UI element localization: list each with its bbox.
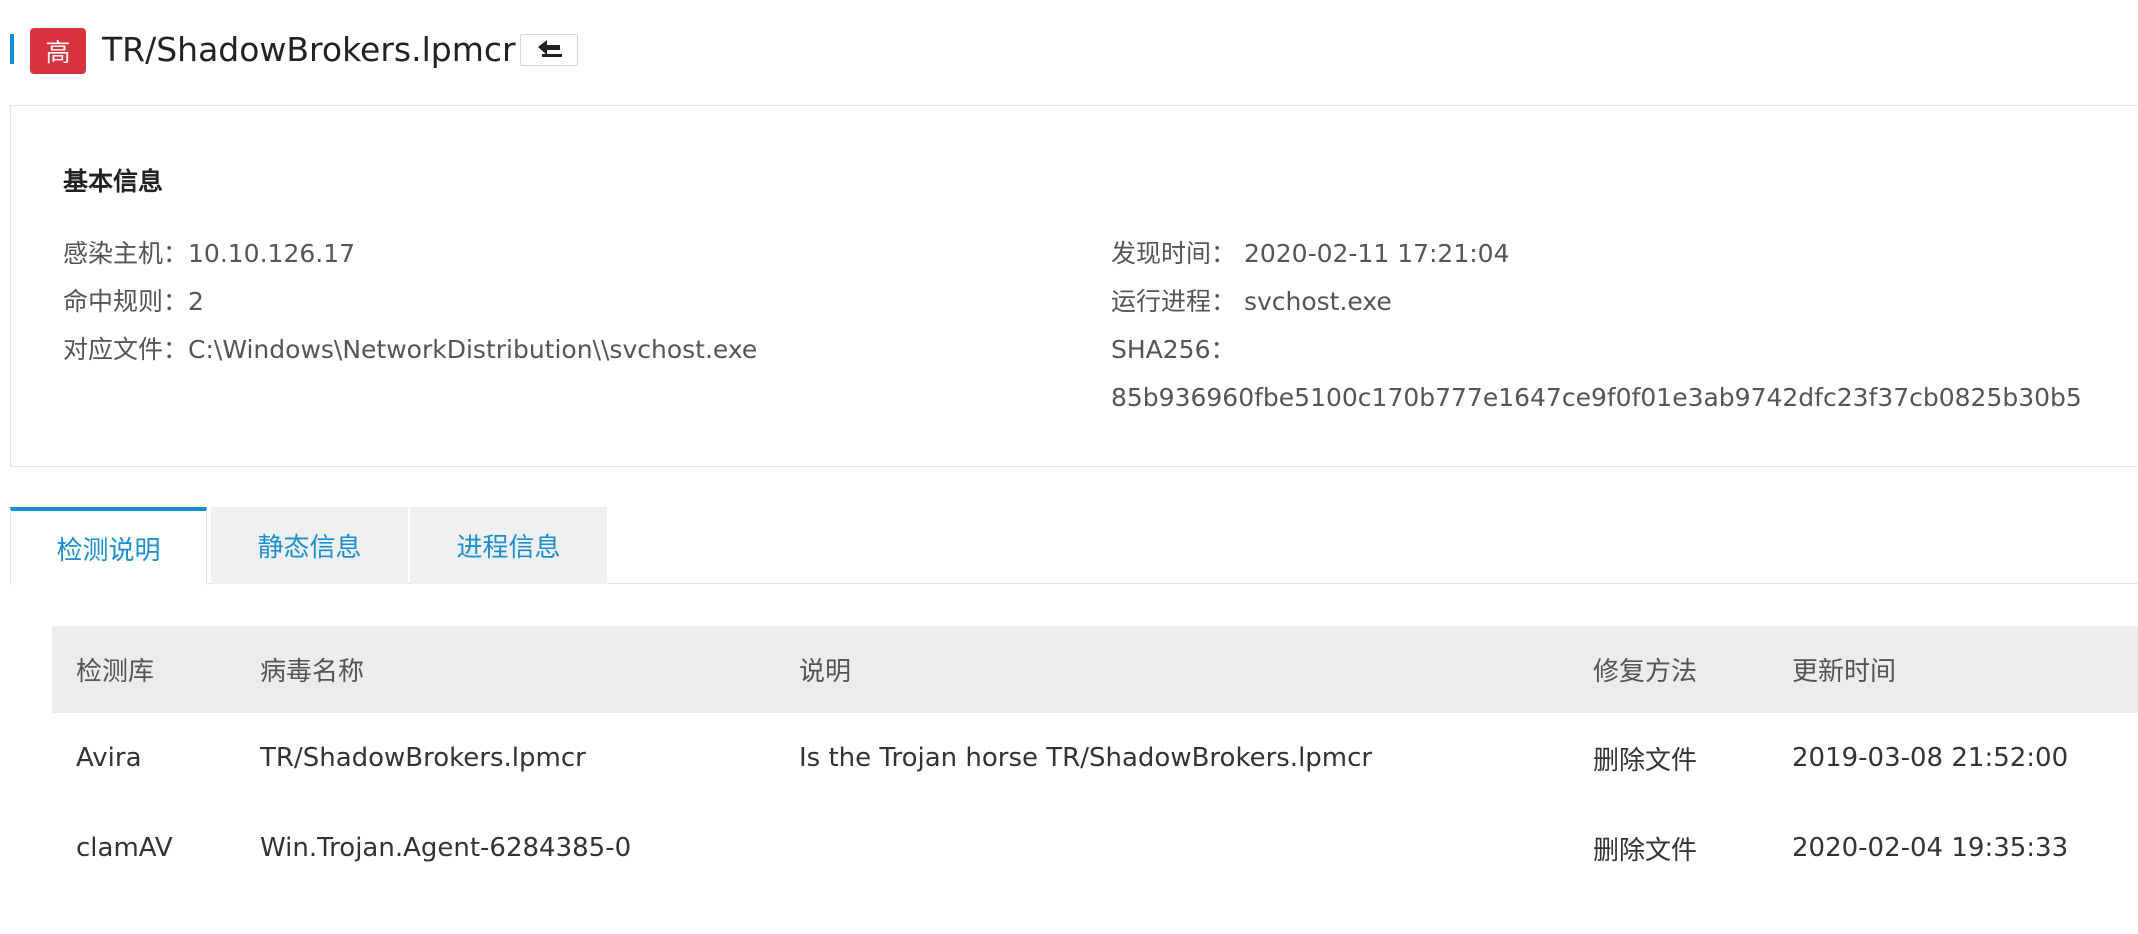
basic-info-panel: 基本信息 感染主机：10.10.126.17 命中规则：2 对应文件：C:\Wi… (10, 105, 2138, 467)
table-header-row: 检测库 病毒名称 说明 修复方法 更新时间 (52, 626, 2138, 713)
info-value: 10.10.126.17 (188, 239, 356, 268)
info-row-process: 运行进程： svchost.exe (1111, 278, 2082, 326)
info-left-column: 感染主机：10.10.126.17 命中规则：2 对应文件：C:\Windows… (63, 230, 757, 374)
tab-static-info[interactable]: 静态信息 (211, 507, 408, 584)
tab-detection[interactable]: 检测说明 (10, 507, 207, 585)
basic-info-heading: 基本信息 (63, 167, 164, 196)
column-header-virus-name: 病毒名称 (260, 657, 365, 687)
cell-update-time: 2020-02-04 19:35:33 (1792, 833, 2069, 863)
info-value: svchost.exe (1243, 287, 1392, 316)
cell-description: Is the Trojan horse TR/ShadowBrokers.lpm… (799, 743, 1373, 773)
detail-tabs: 检测说明 静态信息 进程信息 (10, 507, 2138, 585)
column-header-description: 说明 (799, 657, 852, 687)
info-value: 2 (188, 287, 204, 316)
cell-engine: Avira (76, 743, 142, 773)
info-row-sha256: SHA256： (1111, 326, 2082, 374)
cell-update-time: 2019-03-08 21:52:00 (1792, 743, 2069, 773)
upload-arrow-icon (534, 38, 564, 62)
detail-header: 高 TR/ShadowBrokers.lpmcr (0, 26, 2138, 74)
info-label: 对应文件： (63, 335, 189, 364)
info-row-hit-rules: 命中规则：2 (63, 278, 757, 326)
info-right-column: 发现时间： 2020-02-11 17:21:04 运行进程： svchost.… (1111, 230, 2082, 422)
cell-fix-method: 删除文件 (1593, 745, 1698, 776)
info-label: 命中规则： (63, 287, 189, 316)
info-label: 运行进程： (1111, 287, 1244, 316)
info-label: SHA256： (1111, 335, 1236, 364)
export-button[interactable] (520, 34, 578, 66)
sha256-value: 85b936960fbe5100c170b777e1647ce9f0f01e3a… (1111, 383, 2082, 412)
info-label: 感染主机： (63, 239, 189, 268)
column-header-update-time: 更新时间 (1792, 657, 1897, 687)
info-row-infected-host: 感染主机：10.10.126.17 (63, 230, 757, 278)
info-label: 发现时间： (1111, 239, 1244, 268)
cell-engine: clamAV (76, 833, 173, 863)
severity-badge: 高 (30, 28, 86, 74)
cell-virus-name: Win.Trojan.Agent-6284385-0 (260, 833, 632, 863)
column-header-engine: 检测库 (76, 657, 155, 687)
cell-virus-name: TR/ShadowBrokers.lpmcr (260, 743, 586, 773)
header-accent-bar (10, 34, 14, 64)
page-title: TR/ShadowBrokers.lpmcr (102, 30, 516, 69)
cell-fix-method: 删除文件 (1593, 835, 1698, 866)
info-row-sha256-value: 85b936960fbe5100c170b777e1647ce9f0f01e3a… (1111, 374, 2082, 422)
tab-process-info[interactable]: 进程信息 (410, 507, 607, 584)
info-row-file-path: 对应文件：C:\Windows\NetworkDistribution\\svc… (63, 326, 757, 374)
info-value: 2020-02-11 17:21:04 (1243, 239, 1510, 268)
column-header-fix-method: 修复方法 (1593, 657, 1698, 687)
info-value: C:\Windows\NetworkDistribution\\svchost.… (188, 335, 758, 364)
detection-table: 检测库 病毒名称 说明 修复方法 更新时间 Avira TR/ShadowBro… (52, 626, 2138, 893)
table-row: clamAV Win.Trojan.Agent-6284385-0 删除文件 2… (52, 803, 2138, 893)
table-row: Avira TR/ShadowBrokers.lpmcr Is the Troj… (52, 713, 2138, 803)
info-row-discovered-time: 发现时间： 2020-02-11 17:21:04 (1111, 230, 2082, 278)
